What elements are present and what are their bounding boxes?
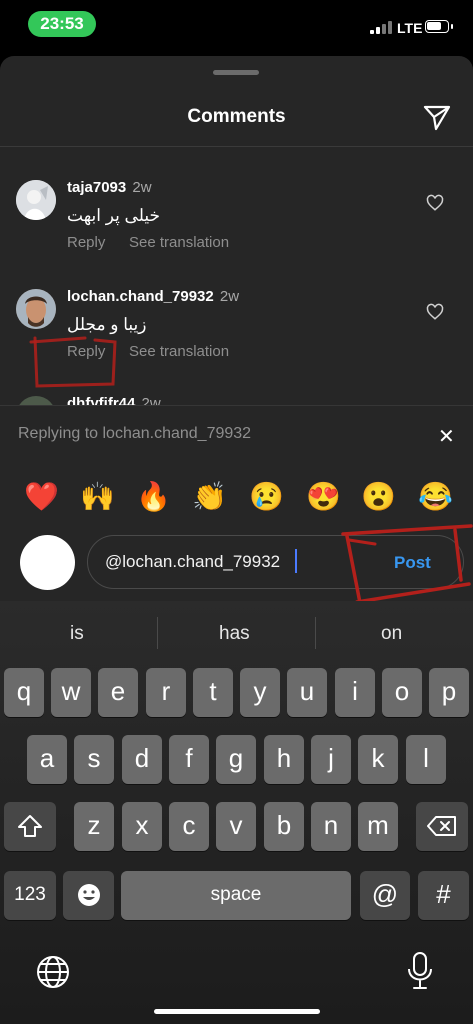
emoji-button[interactable]: 🔥 [136,481,171,513]
shift-icon [18,815,42,837]
microphone-icon[interactable] [406,951,434,991]
comment-composer: @lochan.chand_79932 Post [0,527,473,601]
emoji-key[interactable] [63,871,114,920]
emoji-button[interactable]: ❤️ [24,481,59,513]
see-translation-button[interactable]: See translation [129,234,229,251]
replying-to-bar: Replying to lochan.chand_79932 ✕ [0,405,473,463]
key-x[interactable]: x [122,802,162,851]
space-key[interactable]: space [121,871,351,920]
key-y[interactable]: y [240,668,280,717]
numbers-key[interactable]: 123 [4,871,56,920]
signal-icon [370,20,392,34]
key-i[interactable]: i [335,668,375,717]
key-q[interactable]: q [4,668,44,717]
comment-time: 2w [132,179,152,196]
key-n[interactable]: n [311,802,351,851]
battery-icon [425,20,449,33]
text-caret [295,549,297,573]
status-time[interactable]: 23:53 [28,11,96,37]
page-title: Comments [187,106,286,127]
comment-username[interactable]: lochan.chand_79932 2w [67,288,239,305]
key-p[interactable]: p [429,668,469,717]
hash-key[interactable]: # [418,871,469,920]
emoji-button[interactable]: 😢 [249,481,284,513]
emoji-button[interactable]: 👏 [192,481,227,513]
comment-item: taja7093 2w خیلی پر ابهت Reply See trans… [0,179,473,260]
sheet-grabber[interactable] [213,70,259,75]
reply-button[interactable]: Reply [67,234,105,251]
delete-key[interactable] [416,802,468,851]
avatar[interactable] [16,180,56,220]
key-m[interactable]: m [358,802,398,851]
key-a[interactable]: a [27,735,67,784]
backspace-icon [427,816,456,836]
my-avatar [20,535,75,590]
suggestion-on[interactable]: on [381,623,402,645]
heart-icon[interactable] [426,194,444,212]
key-s[interactable]: s [74,735,114,784]
key-o[interactable]: o [382,668,422,717]
comment-username[interactable]: taja7093 2w [67,179,152,196]
close-icon[interactable]: ✕ [438,424,455,449]
shift-key[interactable] [4,802,56,851]
key-l[interactable]: l [406,735,446,784]
avatar[interactable] [16,289,56,329]
at-key[interactable]: @ [360,871,410,920]
replying-to-label: Replying to lochan.chand_79932 [18,425,252,442]
key-w[interactable]: w [51,668,91,717]
emoji-button[interactable]: 😍 [306,481,341,513]
comment-input[interactable]: @lochan.chand_79932 Post [87,535,464,589]
emoji-button[interactable]: 🙌 [80,481,115,513]
key-t[interactable]: t [193,668,233,717]
key-b[interactable]: b [264,802,304,851]
suggestion-has[interactable]: has [219,623,250,645]
post-button[interactable]: Post [394,553,431,573]
comments-sheet: Comments taja7093 2w خیلی پر ابهت Reply … [0,56,473,601]
key-f[interactable]: f [169,735,209,784]
key-r[interactable]: r [146,668,186,717]
keyboard: is has on q w e r t y u i o p a s d f g … [0,601,473,1024]
key-j[interactable]: j [311,735,351,784]
send-icon[interactable] [422,102,452,132]
home-indicator [154,1009,320,1014]
see-translation-button[interactable]: See translation [129,343,229,360]
emoji-quick-bar: ❤️ 🙌 🔥 👏 😢 😍 😮 😂 [0,470,473,525]
header-divider [0,146,473,147]
network-label: LTE [397,20,423,36]
comment-time: 2w [219,288,240,305]
key-c[interactable]: c [169,802,209,851]
emoji-face-icon [77,884,100,906]
emoji-button[interactable]: 😮 [361,481,396,513]
suggestion-is[interactable]: is [70,623,84,645]
reply-button[interactable]: Reply [67,343,105,360]
key-u[interactable]: u [287,668,327,717]
comment-input-value: @lochan.chand_79932 [105,552,281,571]
key-h[interactable]: h [264,735,304,784]
key-v[interactable]: v [216,802,256,851]
key-g[interactable]: g [216,735,256,784]
globe-icon[interactable] [36,955,70,989]
status-bar: 23:53 LTE [0,0,473,50]
heart-icon[interactable] [426,303,444,321]
comment-item: lochan.chand_79932 2w زیبا و مجلل Reply … [0,288,473,369]
key-k[interactable]: k [358,735,398,784]
key-e[interactable]: e [98,668,138,717]
comment-text: خیلی پر ابهت [67,206,160,225]
key-d[interactable]: d [122,735,162,784]
battery-fill [427,22,441,30]
emoji-button[interactable]: 😂 [418,481,453,513]
comment-text: زیبا و مجلل [67,315,147,334]
key-z[interactable]: z [74,802,114,851]
